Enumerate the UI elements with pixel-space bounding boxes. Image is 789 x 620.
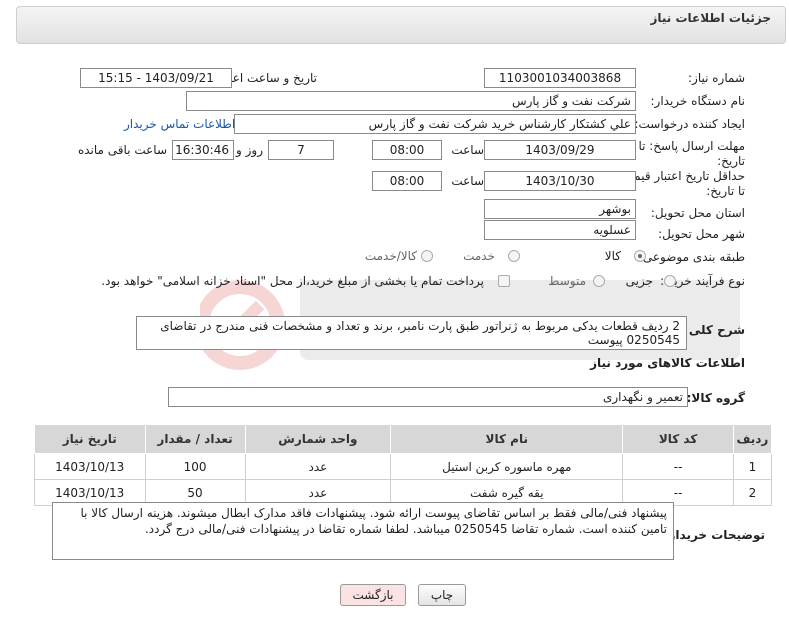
announce-field: 1403/09/21 - 15:15 [80, 68, 232, 88]
goods-table: ردیف کد کالا نام کالا واحد شمارش تعداد /… [34, 424, 773, 506]
category-service-radio[interactable] [508, 250, 520, 262]
category-both-label: کالا/خدمت [364, 249, 417, 263]
goods-group-field: تعمیر و نگهداری [168, 387, 688, 407]
treasury-payment-checkbox[interactable] [498, 275, 510, 287]
need-number-label: شماره نیاز: [688, 71, 745, 85]
days-field: 7 [268, 140, 334, 160]
col-code: کد کالا [622, 424, 734, 454]
process-minor-radio[interactable] [664, 275, 676, 287]
process-medium-label: متوسط [548, 274, 586, 288]
col-unit: واحد شمارش [244, 424, 392, 454]
remaining-label: ساعت باقی مانده [77, 143, 167, 157]
row-qty: 100 [144, 453, 246, 480]
page-title: جزئیات اطلاعات نیاز [650, 11, 771, 25]
category-both-radio[interactable] [421, 250, 433, 262]
send-time-label: ساعت [451, 143, 484, 157]
process-minor-label: جزیی [625, 274, 653, 288]
goods-section-title: اطلاعات کالاهای مورد نیاز [590, 356, 745, 370]
contact-buyer-link[interactable]: اطلاعات تماس خریدار [124, 117, 235, 131]
row-index: 2 [732, 479, 773, 506]
days-label: روز و [236, 143, 263, 157]
category-goods-label: کالا [604, 249, 621, 263]
buyer-label: نام دستگاه خریدار: [650, 94, 746, 108]
need-number-field: 1103001034003868 [484, 68, 636, 88]
goods-group-label: گروه کالا: [686, 391, 745, 405]
table-row: 1 -- مهره ماسوره کربن استیل عدد 100 1403… [34, 453, 773, 480]
process-medium-radio[interactable] [593, 275, 605, 287]
row-unit: عدد [244, 453, 392, 480]
validity-time-field: 08:00 [372, 171, 442, 191]
buyer-notes-label: توضیحات خریدار: [663, 528, 765, 542]
creator-field: علي كشتكار كارشناس خريد شركت نفت و گاز پ… [234, 114, 636, 134]
category-service-label: خدمت [463, 249, 495, 263]
province-label: استان محل تحویل: [650, 206, 745, 220]
row-index: 1 [732, 453, 773, 480]
buyer-notes-field: پیشنهاد فنی/مالی فقط بر اساس تقاضای پیوس… [52, 502, 674, 560]
city-field: عسلویه [484, 220, 636, 240]
validity-time-label: ساعت [451, 174, 484, 188]
row-date: 1403/10/13 [34, 453, 146, 480]
row-code: -- [622, 453, 734, 480]
col-date: تاریخ نیاز [34, 424, 146, 454]
back-button[interactable]: بازگشت [340, 584, 406, 606]
send-deadline-label: مهلت ارسال پاسخ: تا تاریخ: [638, 139, 745, 168]
remaining-time-field: 16:30:46 [172, 140, 234, 160]
province-field: بوشهر [484, 199, 636, 219]
validity-date-field: 1403/10/30 [484, 171, 636, 191]
col-row: ردیف [732, 424, 773, 454]
category-label: طبقه بندی موضوعی: [638, 250, 745, 264]
buyer-field: شرکت نفت و گاز پارس [186, 91, 636, 111]
col-name: نام کالا [390, 424, 624, 454]
send-time-field: 08:00 [372, 140, 442, 160]
description-field: 2 ردیف قطعات یدکی مربوط به ژنراتور طبق پ… [136, 316, 687, 350]
row-name: مهره ماسوره کربن استیل [390, 453, 624, 480]
send-date-field: 1403/09/29 [484, 140, 636, 160]
print-button[interactable]: چاپ [418, 584, 466, 606]
col-qty: تعداد / مقدار [144, 424, 246, 454]
city-label: شهر محل تحویل: [658, 227, 745, 241]
category-goods-radio[interactable] [634, 250, 646, 262]
treasury-payment-note: پرداخت تمام یا بخشی از مبلغ خرید،از محل … [101, 274, 484, 288]
creator-label: ایجاد کننده درخواست: [634, 117, 745, 131]
